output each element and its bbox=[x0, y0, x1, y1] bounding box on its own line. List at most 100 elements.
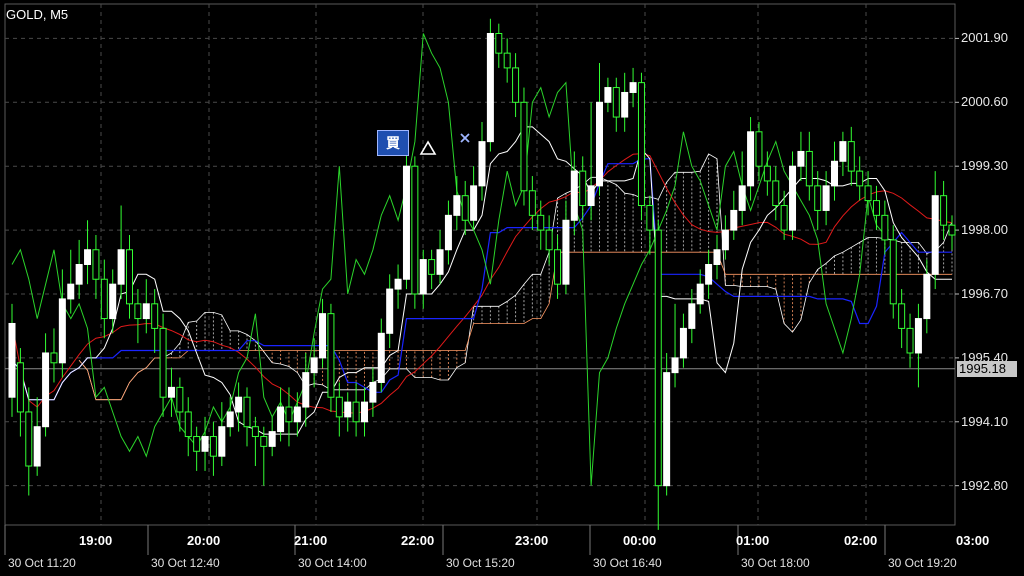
candle-body bbox=[58, 298, 66, 364]
candle-body bbox=[42, 352, 50, 428]
candle-body bbox=[428, 259, 436, 275]
candle-body bbox=[856, 170, 864, 187]
candle-body bbox=[126, 249, 133, 305]
candle-body bbox=[562, 219, 570, 285]
candle-body bbox=[436, 249, 444, 275]
candle-body bbox=[654, 229, 662, 487]
session-time-label: 21:00 bbox=[294, 533, 328, 548]
date-tick-label: 30 Oct 18:00 bbox=[741, 556, 810, 570]
candle-body bbox=[218, 426, 226, 457]
candle-body bbox=[621, 91, 629, 118]
candle-body bbox=[453, 195, 461, 216]
candle-body bbox=[411, 165, 419, 295]
candle-body bbox=[730, 209, 738, 231]
candle-body bbox=[369, 381, 377, 403]
candle-body bbox=[167, 386, 175, 398]
candle-body bbox=[864, 185, 872, 202]
candle-body bbox=[293, 406, 301, 423]
candle-body bbox=[520, 101, 528, 192]
candle-body bbox=[201, 436, 209, 452]
price-tick-label: 1992.80 bbox=[959, 477, 1010, 493]
candle-body bbox=[914, 318, 922, 354]
buy-badge[interactable]: 買 bbox=[377, 130, 409, 156]
candle-body bbox=[319, 313, 327, 359]
session-time-label: 02:00 bbox=[844, 533, 878, 548]
price-tick-label: 1998.00 bbox=[959, 222, 1010, 238]
candle-body bbox=[596, 101, 603, 187]
candle-body bbox=[394, 278, 402, 290]
candle-body bbox=[193, 436, 201, 452]
candle-body bbox=[251, 426, 259, 438]
date-tick-label: 30 Oct 19:20 bbox=[888, 556, 957, 570]
date-tick-label: 30 Oct 15:20 bbox=[446, 556, 515, 570]
price-tick-label: 1999.30 bbox=[959, 158, 1010, 174]
candle-body bbox=[747, 131, 755, 187]
price-tick-label: 1994.10 bbox=[959, 413, 1010, 429]
candle-body bbox=[570, 170, 578, 221]
price-tick-label: 1996.70 bbox=[959, 285, 1010, 301]
senkou-span-b-line bbox=[78, 251, 952, 401]
candle-body bbox=[721, 229, 729, 251]
candle-body bbox=[335, 396, 343, 418]
candle-body bbox=[176, 386, 184, 413]
candle-body bbox=[948, 224, 956, 236]
date-tick-label: 30 Oct 11:20 bbox=[8, 556, 76, 570]
session-time-label: 19:00 bbox=[79, 533, 113, 548]
session-time-label: 03:00 bbox=[956, 533, 990, 548]
candle-body bbox=[780, 205, 788, 231]
candle-body bbox=[889, 239, 897, 305]
candle-body bbox=[646, 205, 654, 231]
candle-body bbox=[184, 411, 192, 438]
candle-body bbox=[906, 327, 914, 354]
candle-body bbox=[377, 332, 385, 383]
candle-body bbox=[461, 195, 469, 221]
candle-body bbox=[25, 411, 33, 467]
indicator-lines bbox=[11, 33, 953, 486]
candle-body bbox=[545, 229, 553, 251]
symbol-label: GOLD, M5 bbox=[6, 7, 69, 22]
candle-body bbox=[814, 185, 822, 211]
candle-body bbox=[579, 170, 587, 207]
candle-body bbox=[75, 264, 83, 285]
candle-body bbox=[142, 303, 150, 320]
date-tick-label: 30 Oct 16:40 bbox=[593, 556, 662, 570]
candle-body bbox=[361, 401, 368, 423]
candle-body bbox=[92, 249, 100, 280]
candle-body bbox=[512, 67, 520, 103]
candle-body bbox=[486, 32, 494, 143]
candle-body bbox=[881, 214, 889, 241]
candle-body bbox=[151, 303, 159, 329]
candle-body bbox=[134, 303, 142, 320]
candle-body bbox=[713, 249, 721, 265]
candle-body bbox=[587, 185, 595, 207]
candle-body bbox=[755, 131, 763, 167]
candle-body bbox=[277, 406, 285, 433]
candle-body bbox=[528, 190, 536, 216]
candle-body bbox=[797, 150, 805, 167]
candle-body bbox=[8, 322, 16, 398]
candle-body bbox=[688, 303, 696, 329]
candle-body bbox=[604, 87, 612, 103]
candle-body bbox=[738, 185, 746, 211]
candle-body bbox=[310, 357, 318, 374]
candle-body bbox=[470, 185, 478, 221]
candle-body bbox=[302, 372, 310, 408]
chart-grid bbox=[4, 3, 959, 555]
candle-body bbox=[209, 436, 217, 457]
candle-body bbox=[243, 396, 251, 428]
candle-body bbox=[84, 249, 92, 265]
session-time-label: 00:00 bbox=[623, 533, 657, 548]
session-time-label: 22:00 bbox=[401, 533, 435, 548]
session-time-label: 23:00 bbox=[515, 533, 549, 548]
candle-body bbox=[386, 288, 394, 334]
candle-body bbox=[679, 327, 687, 359]
price-tick-label: 2001.90 bbox=[959, 30, 1010, 46]
candle-body bbox=[671, 357, 679, 374]
candle-body bbox=[419, 259, 427, 295]
candle-body bbox=[696, 283, 704, 305]
candle-body bbox=[940, 195, 948, 226]
candle-body bbox=[789, 165, 797, 231]
candle-body bbox=[16, 362, 24, 413]
candle-body bbox=[478, 141, 486, 187]
candle-body bbox=[226, 411, 234, 428]
